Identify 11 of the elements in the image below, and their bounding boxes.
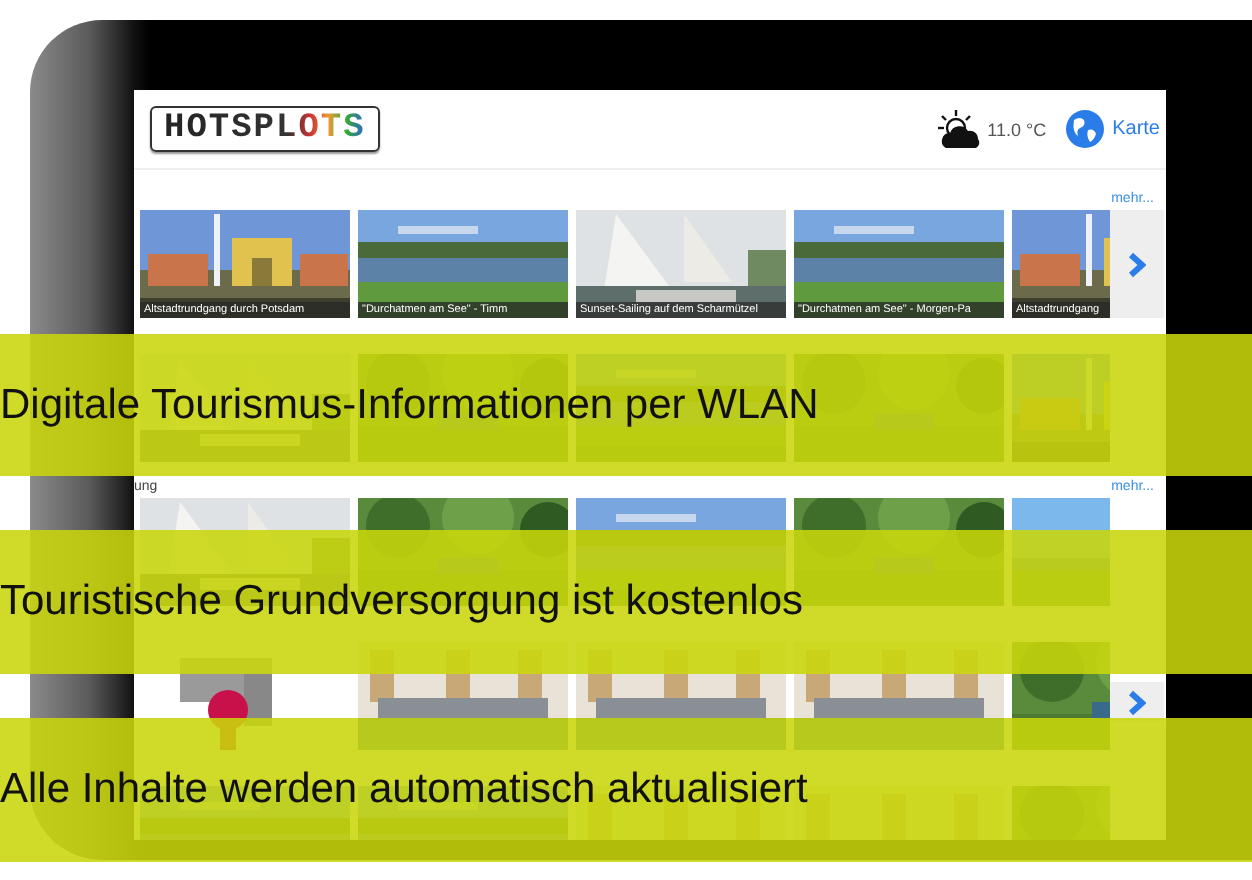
chevron-right-icon xyxy=(1128,251,1146,277)
logo: HOTSPLOTS xyxy=(150,106,380,152)
sun-cloud-icon xyxy=(937,109,982,149)
chevron-right-icon xyxy=(1128,689,1146,715)
next-button[interactable] xyxy=(1110,682,1164,722)
banner: Alle Inhalte werden automatisch aktualisiert xyxy=(0,718,1252,862)
next-button[interactable] xyxy=(1110,210,1164,318)
temperature: 11.0 °C xyxy=(987,119,1047,139)
globe-icon[interactable] xyxy=(1066,110,1105,148)
map-link[interactable]: Karte xyxy=(1112,118,1160,140)
banner: Touristische Grundversorgung ist kostenlos xyxy=(0,530,1252,674)
